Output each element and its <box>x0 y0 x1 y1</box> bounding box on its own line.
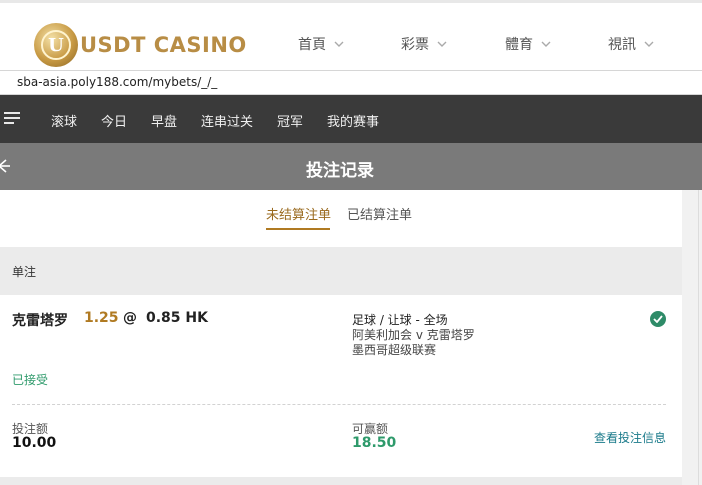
nav-item-label: 彩票 <box>401 37 429 53</box>
nav-item-label: 體育 <box>505 37 533 53</box>
stake-value: 10.00 <box>12 435 57 451</box>
tab-unsettled[interactable]: 未结算注单 <box>266 204 331 223</box>
sport-nav-bar: 滚球 今日 早盘 连串过关 冠军 我的赛事 <box>0 95 702 143</box>
check-circle-icon <box>650 311 666 327</box>
bottom-band <box>0 477 682 485</box>
chevron-down-icon <box>541 41 551 47</box>
bet-card: 克雷塔罗 1.25 @ 0.85 HK 足球 / 让球 - 全场 阿美利加会 v… <box>0 295 682 477</box>
hamburger-menu-icon[interactable] <box>4 112 20 124</box>
logo-letter: U <box>41 30 71 60</box>
sport-nav-today[interactable]: 今日 <box>101 111 127 130</box>
logo-text: USDT CASINO <box>80 33 247 57</box>
nav-item-live[interactable]: 視訊 <box>608 34 654 54</box>
active-tab-indicator <box>266 228 330 230</box>
sport-nav-parlay[interactable]: 连串过关 <box>201 111 253 130</box>
nav-item-sports[interactable]: 體育 <box>505 34 551 54</box>
bet-status-tabs: 未结算注单 已结算注单 <box>0 190 682 247</box>
bet-status: 已接受 <box>12 373 49 387</box>
sport-nav-outright[interactable]: 冠军 <box>277 111 303 130</box>
section-title: 单注 <box>12 265 37 279</box>
page-title: 投注记录 <box>306 161 374 181</box>
dashed-divider <box>12 404 666 405</box>
sport-nav-my-events[interactable]: 我的赛事 <box>327 111 379 130</box>
chevron-down-icon <box>644 41 654 47</box>
scrollbar-track[interactable] <box>682 190 702 485</box>
view-bet-details-link[interactable]: 查看投注信息 <box>594 429 666 446</box>
url-text: sba-asia.poly188.com/mybets/_/_ <box>17 75 218 89</box>
site-header: U USDT CASINO 首頁 彩票 體育 視訊 <box>0 0 702 70</box>
sport-nav-early[interactable]: 早盘 <box>151 111 177 130</box>
site-logo[interactable]: U USDT CASINO <box>34 22 247 68</box>
sport-nav-inplay[interactable]: 滚球 <box>51 111 77 130</box>
scrollbar-edge <box>698 190 699 485</box>
nav-item-home[interactable]: 首頁 <box>298 34 344 54</box>
url-bar[interactable]: sba-asia.poly188.com/mybets/_/_ <box>0 70 702 95</box>
nav-item-label: 視訊 <box>608 37 636 53</box>
logo-coin-icon: U <box>34 23 78 67</box>
section-header-single: 单注 <box>0 247 682 295</box>
page-title-bar: 投注记录 <box>0 143 702 190</box>
bet-at-symbol: @ <box>123 310 137 326</box>
tab-settled[interactable]: 已结算注单 <box>347 204 412 223</box>
bet-odds: 0.85 HK <box>146 310 208 326</box>
chevron-down-icon <box>437 41 447 47</box>
header-top-line <box>0 0 702 3</box>
bet-selection: 克雷塔罗 <box>12 313 68 329</box>
potential-win-value: 18.50 <box>352 435 397 451</box>
chevron-down-icon <box>334 41 344 47</box>
nav-item-lottery[interactable]: 彩票 <box>401 34 447 54</box>
bet-league: 墨西哥超级联赛 <box>352 343 437 357</box>
nav-item-label: 首頁 <box>298 37 326 53</box>
bet-handicap-line: 1.25 <box>84 310 119 326</box>
